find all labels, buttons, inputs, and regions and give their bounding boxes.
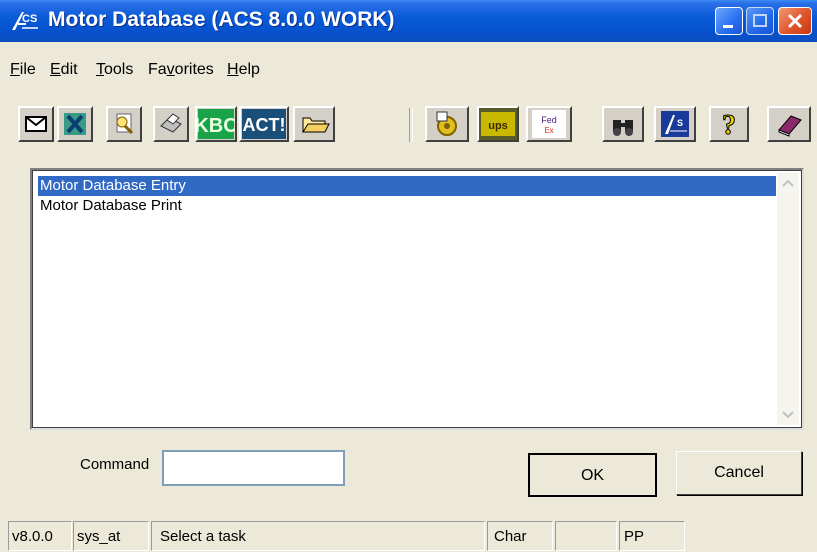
status-mode: Char [487,521,553,551]
excel-icon [64,113,86,135]
kbc-text: KBC [197,115,235,137]
help-text: ? [722,110,736,140]
status-code: PP [619,521,685,551]
ok-button[interactable]: OK [528,453,657,497]
title-bar[interactable]: CS Motor Database (ACS 8.0.0 WORK) [0,0,817,42]
search-document-button[interactable] [106,106,142,142]
maximize-icon [753,14,767,27]
printer-icon [160,113,182,133]
help-button[interactable]: ? [709,106,749,142]
menu-edit[interactable]: Edit [50,61,78,79]
book-button[interactable] [767,106,811,142]
binoculars-button[interactable] [602,106,644,142]
ups-text: ups [488,120,508,132]
status-extra [555,521,617,551]
status-version: v8.0.0 [8,521,72,551]
menu-help[interactable]: Help [227,61,260,79]
excel-button[interactable] [57,106,93,142]
menu-favorites[interactable]: Favorites [148,61,214,79]
list-scrollbar[interactable] [777,173,799,425]
act-button[interactable]: ACT! [239,106,289,142]
minimize-icon [723,25,733,28]
kbd-icon: KBC [197,109,235,139]
chevron-up-icon [782,179,794,187]
kbc-button[interactable]: KBC [195,106,237,142]
binoculars-icon [613,120,633,136]
search-document-icon [116,113,134,135]
menu-tools[interactable]: Tools [96,61,133,79]
menu-bar: File Edit Tools Favorites Help [0,53,817,87]
settings-gear-icon [436,111,457,136]
ups-button[interactable]: ups [477,106,519,142]
book-icon [778,115,802,137]
svg-text:S: S [677,118,683,128]
window-title: Motor Database (ACS 8.0.0 WORK) [48,8,395,31]
svg-text:CS: CS [22,13,37,25]
status-message: Select a task [151,521,485,551]
scroll-up-button[interactable] [777,173,799,195]
act-icon: ACT! [242,109,286,139]
svg-text:Ex: Ex [544,126,553,135]
acs-logo-button[interactable]: S [654,106,696,142]
svg-text:Fed: Fed [541,115,557,125]
close-button[interactable] [778,7,812,35]
fedex-button[interactable]: Fed Ex [526,106,572,142]
acs-app-icon[interactable]: CS [10,8,40,34]
status-user: sys_at [73,521,149,551]
email-button[interactable] [18,106,54,142]
task-list-item[interactable]: Motor Database Entry [38,176,776,196]
ups-icon: ups [481,112,515,136]
toolbar-separator [409,108,413,142]
fedex-icon: FedEx [532,110,566,138]
printer-button[interactable] [153,106,189,142]
main-window: CS Motor Database (ACS 8.0.0 WORK) File … [0,0,817,552]
cancel-button[interactable]: Cancel [676,451,802,495]
help-icon: ? [722,110,737,141]
minimize-button[interactable] [715,7,743,35]
acs-logo-icon: S [661,111,689,137]
task-list[interactable]: Motor Database Entry Motor Database Prin… [30,168,804,430]
chevron-down-icon [782,411,794,419]
envelope-icon [25,116,47,132]
settings-button[interactable] [425,106,469,142]
menu-file[interactable]: File [10,61,36,79]
scroll-down-button[interactable] [777,403,799,425]
close-icon [787,13,803,29]
maximize-button[interactable] [746,7,774,35]
command-input[interactable] [162,450,345,486]
open-folder-button[interactable] [293,106,335,142]
act-text: ACT! [243,115,286,135]
task-list-item[interactable]: Motor Database Print [38,196,182,216]
command-label: Command [80,456,150,473]
open-folder-icon [302,117,330,133]
